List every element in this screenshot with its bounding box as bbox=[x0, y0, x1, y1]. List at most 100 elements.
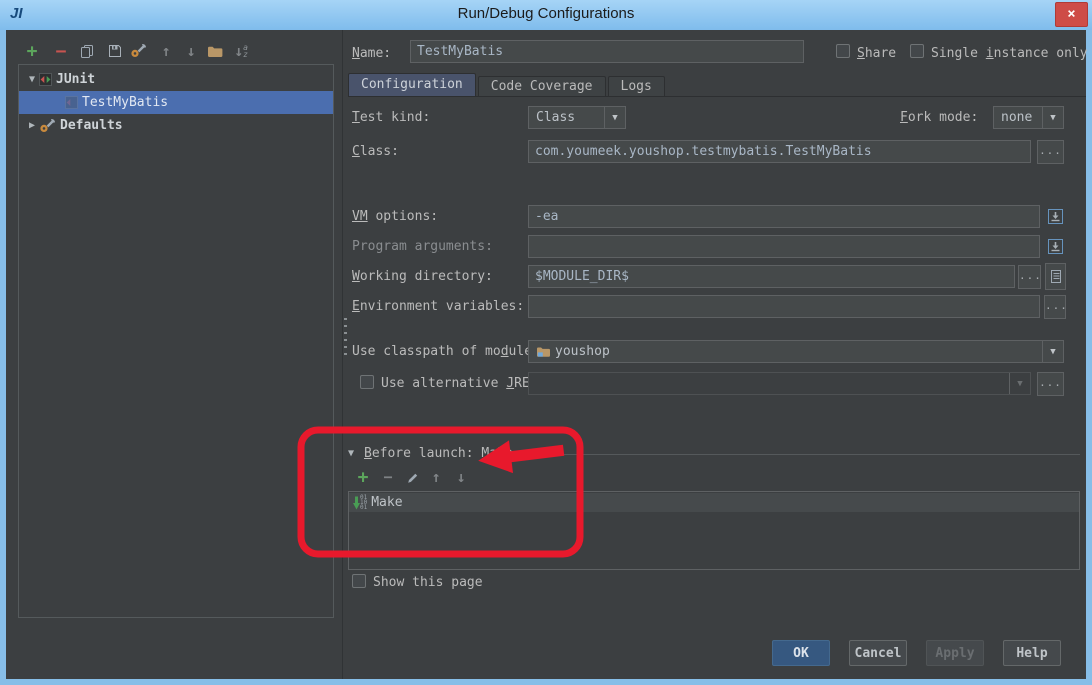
show-this-page-label: Show this page bbox=[373, 575, 483, 590]
class-label: Class: bbox=[352, 144, 399, 159]
splitter-grip-icon bbox=[344, 318, 347, 356]
classpath-module-select[interactable]: youshop ▼ bbox=[528, 340, 1064, 363]
before-launch-add-button[interactable]: + bbox=[354, 467, 372, 487]
remove-configuration-button[interactable]: − bbox=[51, 41, 71, 61]
program-arguments-label: Program arguments: bbox=[352, 239, 493, 254]
tree-item-junit[interactable]: ▼ JUnit bbox=[19, 68, 333, 91]
pencil-icon bbox=[405, 470, 419, 484]
test-kind-select[interactable]: Class ▼ bbox=[528, 106, 626, 129]
tree-item-testmybatis[interactable]: TestMyBatis bbox=[19, 91, 333, 114]
name-label: Name: bbox=[352, 46, 391, 61]
copy-configuration-button[interactable] bbox=[77, 41, 97, 61]
copy-icon bbox=[80, 44, 94, 59]
minus-icon: − bbox=[383, 468, 392, 486]
alternative-jre-checkbox[interactable] bbox=[360, 375, 374, 389]
program-arguments-input[interactable] bbox=[528, 235, 1040, 258]
dialog-title: Run/Debug Configurations bbox=[0, 5, 1092, 22]
chevron-down-icon: ▼ bbox=[1009, 373, 1030, 394]
fork-mode-select[interactable]: none ▼ bbox=[993, 106, 1064, 129]
junit-ghost-icon bbox=[65, 96, 78, 109]
down-arrow-icon: ↓ bbox=[186, 42, 195, 60]
working-directory-label: Working directory: bbox=[352, 269, 493, 284]
single-instance-checkbox[interactable] bbox=[910, 44, 924, 58]
edit-defaults-button[interactable] bbox=[128, 41, 148, 61]
dialog-content: + − ↑ ↓ bbox=[6, 30, 1086, 679]
tree-item-label: Defaults bbox=[60, 118, 123, 133]
class-browse-button[interactable]: ... bbox=[1037, 140, 1064, 164]
cancel-button[interactable]: Cancel bbox=[849, 640, 907, 666]
before-launch-move-up-button[interactable]: ↑ bbox=[427, 467, 445, 487]
before-launch-move-down-button[interactable]: ↓ bbox=[452, 467, 470, 487]
expand-field-icon bbox=[1047, 208, 1064, 225]
show-this-page-checkbox[interactable] bbox=[352, 574, 366, 588]
chevron-down-icon: ▼ bbox=[1042, 341, 1063, 362]
ok-button[interactable]: OK bbox=[772, 640, 830, 666]
before-launch-task-list: 011001 Make bbox=[348, 491, 1080, 570]
minus-icon: − bbox=[56, 41, 67, 62]
wrench-gear-icon bbox=[130, 43, 147, 59]
classpath-module-label: Use classpath of module: bbox=[352, 344, 540, 359]
alternative-jre-select[interactable]: ▼ bbox=[528, 372, 1031, 395]
single-instance-label: Single instance only bbox=[931, 46, 1088, 61]
before-launch-remove-button[interactable]: − bbox=[379, 467, 397, 487]
before-launch-label: Before launch: Make bbox=[364, 446, 513, 461]
working-directory-macro-button[interactable] bbox=[1045, 263, 1066, 290]
environment-variables-input[interactable] bbox=[528, 295, 1040, 318]
vm-options-expand-button[interactable] bbox=[1046, 206, 1065, 227]
chevron-down-icon: ▼ bbox=[604, 107, 625, 128]
alternative-jre-label: Use alternative JRE: bbox=[381, 376, 538, 391]
document-icon bbox=[1050, 269, 1062, 284]
fork-mode-label: Fork mode: bbox=[900, 110, 978, 125]
vm-options-label: VM options: bbox=[352, 209, 438, 224]
class-input[interactable] bbox=[528, 140, 1031, 163]
help-button[interactable]: Help bbox=[1003, 640, 1061, 666]
titlebar: JI Run/Debug Configurations × bbox=[0, 0, 1092, 30]
move-up-button[interactable]: ↑ bbox=[156, 41, 176, 61]
environment-variables-label: Environment variables: bbox=[352, 299, 524, 314]
before-launch-collapse-icon[interactable]: ▼ bbox=[348, 448, 354, 459]
save-configuration-button[interactable] bbox=[105, 41, 125, 61]
configurations-tree: ▼ JUnit TestMyBatis ▶ bbox=[18, 64, 334, 618]
move-down-button[interactable]: ↓ bbox=[181, 41, 201, 61]
tree-item-label: TestMyBatis bbox=[82, 95, 168, 110]
folder-icon bbox=[207, 45, 223, 58]
add-configuration-button[interactable]: + bbox=[22, 41, 42, 61]
run-debug-configurations-dialog: JI Run/Debug Configurations × + − bbox=[0, 0, 1092, 685]
test-kind-label: Test kind: bbox=[352, 110, 430, 125]
tab-logs[interactable]: Logs bbox=[608, 76, 665, 96]
section-divider bbox=[514, 454, 1080, 455]
tab-configuration[interactable]: Configuration bbox=[348, 73, 476, 96]
task-row-make[interactable]: 011001 Make bbox=[349, 493, 1079, 512]
vm-options-input[interactable] bbox=[528, 205, 1040, 228]
apply-button[interactable]: Apply bbox=[926, 640, 984, 666]
tab-bar: Configuration Code Coverage Logs bbox=[348, 74, 1086, 97]
wrench-gear-icon bbox=[39, 118, 56, 134]
plus-icon: + bbox=[27, 41, 38, 62]
save-icon bbox=[108, 44, 122, 58]
working-directory-browse-button[interactable]: ... bbox=[1018, 265, 1041, 289]
close-button[interactable]: × bbox=[1055, 2, 1088, 27]
panel-splitter[interactable] bbox=[342, 30, 348, 679]
tree-item-defaults[interactable]: ▶ Defaults bbox=[19, 114, 333, 137]
share-checkbox[interactable] bbox=[836, 44, 850, 58]
expand-field-icon bbox=[1047, 238, 1064, 255]
alternative-jre-browse-button[interactable]: ... bbox=[1037, 372, 1064, 396]
up-arrow-icon: ↑ bbox=[431, 468, 440, 486]
name-input[interactable] bbox=[410, 40, 804, 63]
up-arrow-icon: ↑ bbox=[161, 42, 170, 60]
chevron-collapsed-icon[interactable]: ▶ bbox=[25, 120, 39, 131]
plus-icon: + bbox=[358, 467, 369, 488]
environment-variables-browse-button[interactable]: ... bbox=[1044, 295, 1066, 319]
sort-configurations-button[interactable]: ↓ az bbox=[231, 41, 251, 61]
before-launch-edit-button[interactable] bbox=[403, 467, 421, 487]
chevron-down-icon: ▼ bbox=[1042, 107, 1063, 128]
tab-code-coverage[interactable]: Code Coverage bbox=[478, 76, 606, 96]
task-label: Make bbox=[371, 495, 402, 510]
chevron-expanded-icon[interactable]: ▼ bbox=[25, 74, 39, 85]
working-directory-input[interactable] bbox=[528, 265, 1015, 288]
create-folder-button[interactable] bbox=[205, 41, 225, 61]
make-icon: 011001 bbox=[353, 495, 367, 510]
program-arguments-expand-button[interactable] bbox=[1046, 236, 1065, 257]
down-arrow-icon: ↓ bbox=[456, 468, 465, 486]
sort-az-icon: ↓ az bbox=[234, 42, 248, 60]
